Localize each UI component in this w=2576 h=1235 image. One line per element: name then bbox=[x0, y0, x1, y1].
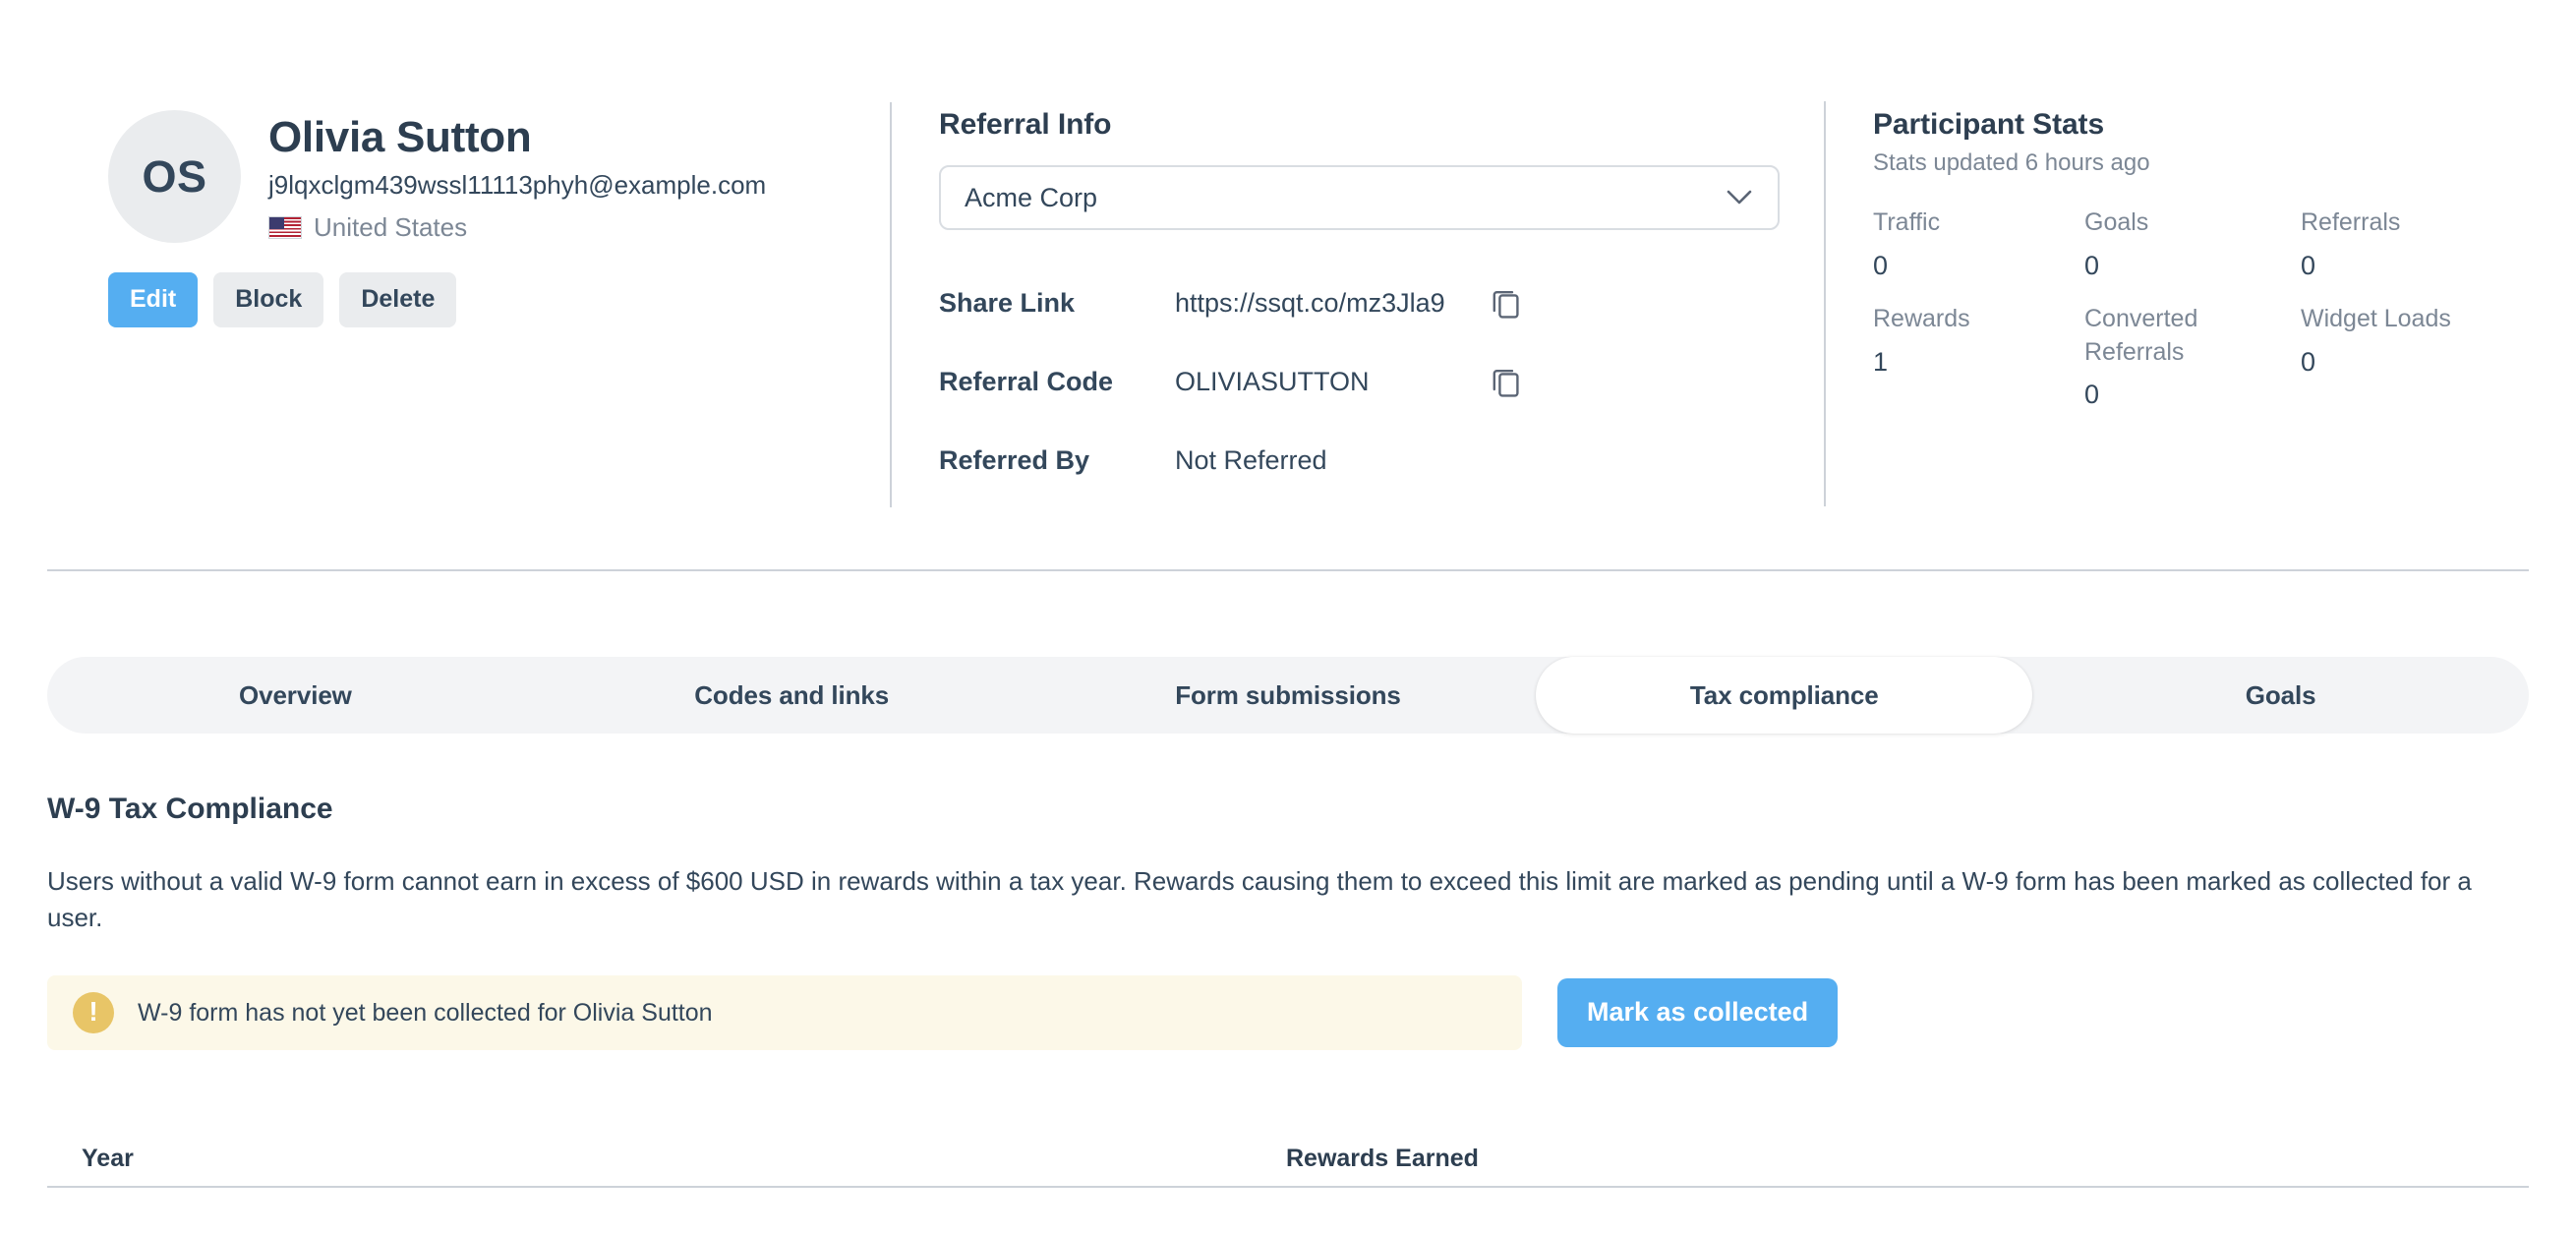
participant-stats-panel: Participant Stats Stats updated 6 hours … bbox=[1873, 108, 2522, 424]
referral-row-label: Referred By bbox=[939, 444, 1090, 475]
stats-grid: Traffic 0 Goals 0 Referrals 0 Rewards 1 … bbox=[1873, 206, 2522, 424]
w9-alert-banner: ! W-9 form has not yet been collected fo… bbox=[47, 975, 1522, 1050]
mark-as-collected-button[interactable]: Mark as collected bbox=[1557, 978, 1839, 1047]
identity-row: OS Olivia Sutton j9lqxclgm439wssl11113ph… bbox=[108, 108, 875, 243]
referral-info-title: Referral Info bbox=[939, 108, 1112, 141]
vertical-divider-left bbox=[890, 102, 892, 507]
copy-icon[interactable] bbox=[1492, 287, 1521, 319]
participant-detail-page: OS Olivia Sutton j9lqxclgm439wssl11113ph… bbox=[0, 0, 2576, 1235]
vertical-divider-right bbox=[1824, 101, 1826, 506]
stat-converted-referrals: Converted Referrals 0 bbox=[2084, 303, 2301, 425]
stat-value: 0 bbox=[2084, 380, 2100, 410]
program-select-value: Acme Corp bbox=[965, 182, 1098, 212]
column-header-rewards-earned: Rewards Earned bbox=[1286, 1144, 1479, 1172]
referral-info-panel: Referral Info Acme Corp Share Link https… bbox=[939, 108, 1785, 500]
referral-row-label: Share Link bbox=[939, 287, 1076, 318]
edit-button[interactable]: Edit bbox=[108, 272, 199, 327]
program-select-wrapper: Acme Corp bbox=[939, 165, 1780, 230]
stat-rewards: Rewards 1 bbox=[1873, 303, 2084, 425]
tab-form-submissions[interactable]: Form submissions bbox=[1040, 657, 1537, 734]
referral-detail-list: Share Link https://ssqt.co/mz3Jla9 Refer… bbox=[939, 264, 1785, 500]
copy-icon[interactable] bbox=[1492, 366, 1521, 397]
block-button[interactable]: Block bbox=[213, 272, 324, 327]
referral-row-value: OLIVIASUTTON bbox=[1175, 366, 1370, 396]
referral-row-value: https://ssqt.co/mz3Jla9 bbox=[1175, 287, 1445, 318]
profile-action-buttons: Edit Block Delete bbox=[108, 272, 875, 327]
stat-widget-loads: Widget Loads 0 bbox=[2301, 303, 2522, 425]
referral-row-label: Referral Code bbox=[939, 366, 1114, 396]
stat-value: 0 bbox=[1873, 250, 1889, 280]
identity-text: Olivia Sutton j9lqxclgm439wssl11113phyh@… bbox=[268, 108, 766, 243]
warning-glyph: ! bbox=[88, 996, 98, 1027]
stat-label: Widget Loads bbox=[2301, 304, 2451, 332]
stat-goals: Goals 0 bbox=[2084, 206, 2301, 295]
country-label: United States bbox=[314, 211, 468, 242]
avatar: OS bbox=[108, 110, 241, 243]
referral-row-referral-code: Referral Code OLIVIASUTTON bbox=[939, 342, 1785, 421]
stat-label: Rewards bbox=[1873, 304, 1970, 332]
program-select[interactable]: Acme Corp bbox=[939, 165, 1780, 230]
participant-stats-title: Participant Stats bbox=[1873, 108, 2105, 141]
w9-alert-message: W-9 form has not yet been collected for … bbox=[138, 998, 713, 1027]
participant-email: j9lqxclgm439wssl11113phyh@example.com bbox=[268, 169, 767, 200]
stat-label: Referrals bbox=[2301, 208, 2401, 236]
stat-traffic: Traffic 0 bbox=[1873, 206, 2084, 295]
referral-row-referred-by: Referred By Not Referred bbox=[939, 421, 1785, 500]
participant-country: United States bbox=[268, 212, 766, 243]
stat-label: Goals bbox=[2084, 208, 2149, 236]
delete-button[interactable]: Delete bbox=[339, 272, 457, 327]
page-title: Olivia Sutton bbox=[268, 113, 532, 161]
stat-value: 0 bbox=[2301, 346, 2316, 377]
tab-tax-compliance[interactable]: Tax compliance bbox=[1536, 657, 2033, 734]
stat-referrals: Referrals 0 bbox=[2301, 206, 2522, 295]
referral-row-share-link: Share Link https://ssqt.co/mz3Jla9 bbox=[939, 264, 1785, 342]
referral-row-value: Not Referred bbox=[1175, 444, 1327, 475]
stat-label: Traffic bbox=[1873, 208, 1941, 236]
rewards-by-year-table: Year Rewards Earned bbox=[47, 1131, 2529, 1188]
tab-overview[interactable]: Overview bbox=[47, 657, 544, 734]
w9-description: Users without a valid W-9 form cannot ea… bbox=[47, 866, 2472, 932]
tab-codes-and-links[interactable]: Codes and links bbox=[544, 657, 1040, 734]
tab-bar: Overview Codes and links Form submission… bbox=[47, 657, 2529, 734]
table-header-row: Year Rewards Earned bbox=[47, 1131, 2529, 1188]
stats-updated-text: Stats updated 6 hours ago bbox=[1873, 149, 2150, 176]
column-header-year: Year bbox=[82, 1144, 134, 1172]
w9-heading: W-9 Tax Compliance bbox=[47, 793, 333, 825]
stat-value: 0 bbox=[2301, 250, 2316, 280]
us-flag-icon bbox=[268, 215, 302, 239]
stat-label: Converted Referrals bbox=[2084, 304, 2198, 366]
tab-goals[interactable]: Goals bbox=[2032, 657, 2529, 734]
profile-header-section: OS Olivia Sutton j9lqxclgm439wssl11113ph… bbox=[0, 0, 2576, 570]
stat-value: 1 bbox=[1873, 346, 1889, 377]
header-divider bbox=[47, 569, 2529, 571]
warning-icon: ! bbox=[73, 992, 114, 1033]
stat-value: 0 bbox=[2084, 250, 2100, 280]
identity-block: OS Olivia Sutton j9lqxclgm439wssl11113ph… bbox=[108, 108, 875, 327]
w9-alert-row: ! W-9 form has not yet been collected fo… bbox=[47, 975, 2529, 1050]
avatar-initials: OS bbox=[142, 150, 207, 202]
